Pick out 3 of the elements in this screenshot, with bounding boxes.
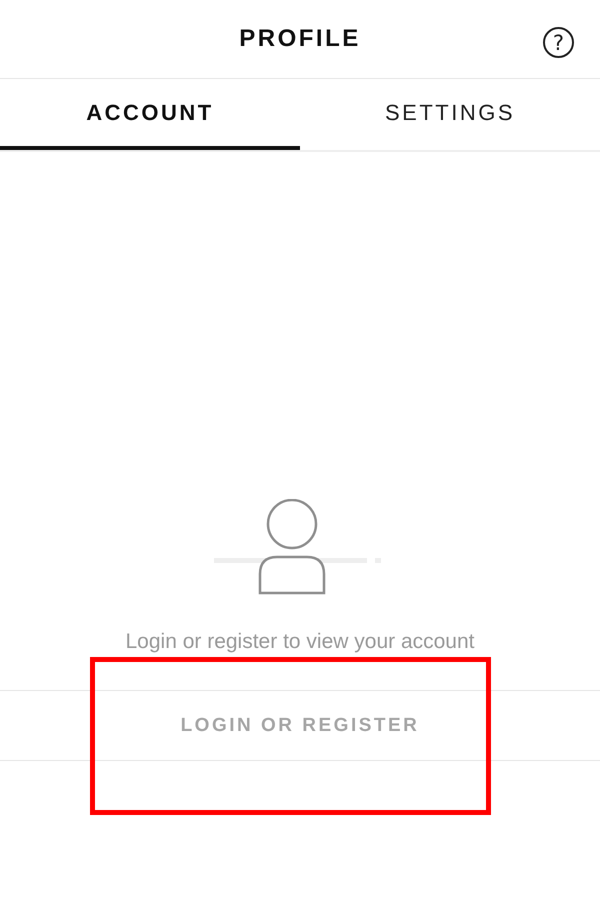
empty-message: Login or register to view your account — [125, 631, 474, 653]
help-button[interactable]: ? — [543, 27, 574, 58]
screen-title: PROFILE — [239, 25, 361, 53]
